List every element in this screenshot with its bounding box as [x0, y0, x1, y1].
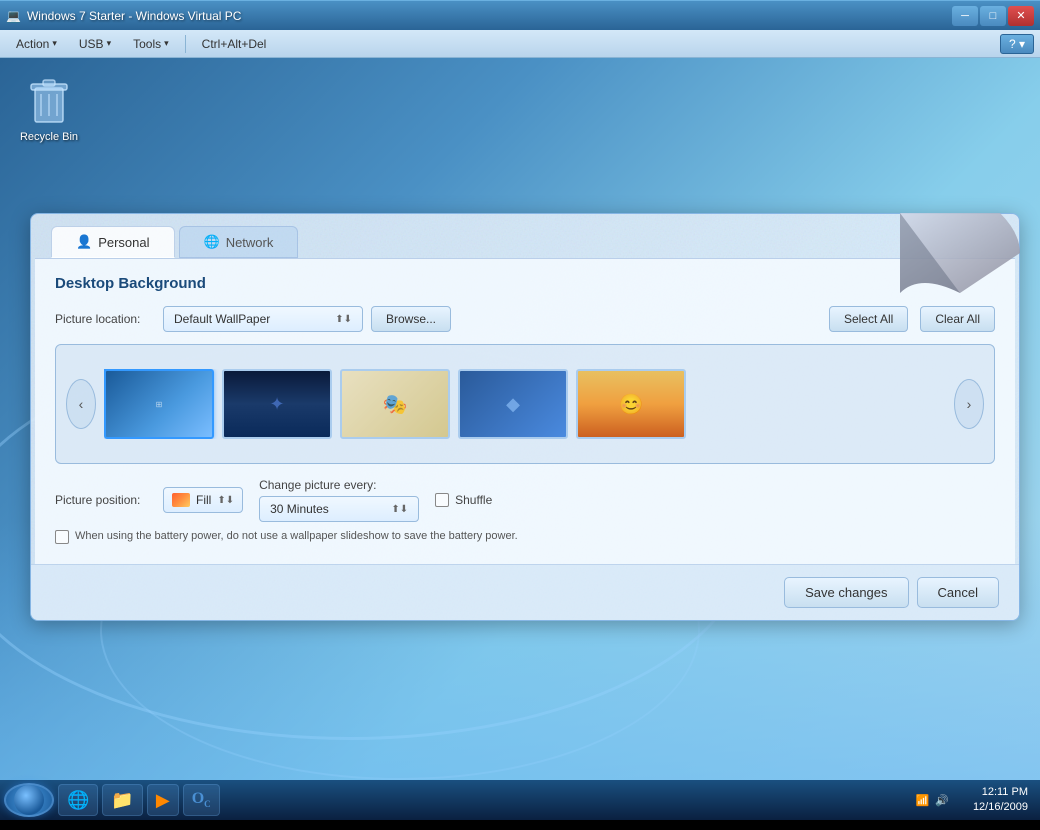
menu-ctrl-alt-del[interactable]: Ctrl+Alt+Del — [192, 34, 277, 54]
thumbnails-container: ‹ ✓ ⊞ ✦ — [55, 344, 995, 464]
menu-usb[interactable]: USB ▾ — [69, 34, 121, 54]
thumbnail-item[interactable]: 🎭 — [340, 369, 450, 439]
taskbar-explorer-button[interactable]: 📁 — [102, 784, 142, 816]
volume-icon: 🔊 — [935, 794, 949, 807]
tab-network[interactable]: 🌐 Network — [179, 226, 299, 258]
taskbar-media-button[interactable]: ▶ — [147, 784, 179, 816]
shuffle-label: Shuffle — [455, 493, 492, 507]
ie-icon: 🌐 — [67, 790, 89, 811]
help-button[interactable]: ? ▾ — [1000, 34, 1034, 54]
thumbnail-item[interactable]: ◆ — [458, 369, 568, 439]
picture-location-row: Picture location: Default WallPaper ⬆⬇ B… — [55, 306, 995, 332]
thumbnail-image: ⊞ — [104, 369, 214, 439]
clock-date: 12/16/2009 — [973, 800, 1028, 815]
titlebar-buttons: ─ □ ✕ — [952, 6, 1034, 26]
bottom-controls: Picture position: Fill ⬆⬇ Change picture… — [55, 478, 995, 522]
chevron-down-icon: ⬆⬇ — [335, 314, 352, 325]
thumbnails-grid: ✓ ⊞ ✦ 🎭 — [104, 369, 946, 439]
chevron-down-icon: ▾ — [107, 38, 112, 49]
chevron-down-icon: ▾ — [164, 38, 169, 49]
close-button[interactable]: ✕ — [1008, 6, 1034, 26]
scroll-right-button[interactable]: › — [954, 379, 984, 429]
desktop: Recycle Bin 👤 Personal 🌐 Network Desktop… — [0, 58, 1040, 820]
wallpaper-dropdown[interactable]: Default WallPaper ⬆⬇ — [163, 306, 363, 332]
taskbar: 🌐 📁 ▶ OC 📶 🔊 12:11 PM 12/16/2009 — [0, 780, 1040, 820]
folder-icon: 📁 — [111, 790, 133, 811]
change-picture-group: Change picture every: 30 Minutes ⬆⬇ — [259, 478, 419, 522]
start-button[interactable] — [4, 783, 54, 817]
tab-personal[interactable]: 👤 Personal — [51, 226, 175, 258]
picture-position-label: Picture position: — [55, 493, 155, 507]
interval-dropdown[interactable]: 30 Minutes ⬆⬇ — [259, 496, 419, 522]
clock-time: 12:11 PM — [982, 785, 1028, 800]
menu-tools[interactable]: Tools ▾ — [123, 34, 179, 54]
app-icon: OC — [192, 790, 211, 809]
browse-button[interactable]: Browse... — [371, 306, 451, 332]
personal-icon: 👤 — [76, 234, 92, 250]
start-orb — [14, 785, 44, 815]
network-tray-icon: 📶 — [916, 794, 930, 807]
shuffle-group: Shuffle — [435, 493, 492, 507]
save-changes-button[interactable]: Save changes — [784, 577, 908, 608]
taskbar-app-button[interactable]: OC — [183, 784, 220, 816]
titlebar-title: Windows 7 Starter - Windows Virtual PC — [27, 9, 242, 23]
recycle-bin-icon — [25, 72, 73, 128]
chevron-down-icon: ⬆⬇ — [391, 504, 408, 515]
titlebar: 💻 Windows 7 Starter - Windows Virtual PC… — [0, 0, 1040, 30]
titlebar-icon: 💻 — [6, 9, 21, 23]
chevron-down-icon: ▾ — [52, 38, 57, 49]
battery-checkbox[interactable] — [55, 530, 69, 544]
thumbnail-item[interactable]: 😊 — [576, 369, 686, 439]
media-icon: ▶ — [156, 790, 170, 811]
menu-action[interactable]: Action ▾ — [6, 34, 67, 54]
scroll-left-button[interactable]: ‹ — [66, 379, 96, 429]
menubar: Action ▾ USB ▾ Tools ▾ Ctrl+Alt+Del ? ▾ — [0, 30, 1040, 58]
dialog-footer: Save changes Cancel — [31, 564, 1019, 620]
thumbnail-image: 😊 — [576, 369, 686, 439]
network-icon: 🌐 — [204, 234, 220, 250]
thumbnail-image: ◆ — [458, 369, 568, 439]
panel-title: Desktop Background — [55, 275, 995, 292]
clear-all-button[interactable]: Clear All — [920, 306, 995, 332]
recycle-bin-label: Recycle Bin — [20, 131, 78, 143]
clock-area: 12:11 PM 12/16/2009 — [965, 785, 1036, 816]
cancel-button[interactable]: Cancel — [917, 577, 999, 608]
recycle-bin[interactable]: Recycle Bin — [14, 68, 84, 147]
dialog-tabs: 👤 Personal 🌐 Network — [31, 214, 1019, 258]
picture-location-label: Picture location: — [55, 312, 155, 326]
battery-note: When using the battery power, do not use… — [55, 530, 995, 544]
fill-icon — [172, 493, 190, 507]
menu-separator — [185, 35, 186, 53]
select-all-button[interactable]: Select All — [829, 306, 908, 332]
taskbar-right: 📶 🔊 12:11 PM 12/16/2009 — [908, 785, 1036, 816]
system-tray: 📶 🔊 — [908, 794, 957, 807]
change-picture-label: Change picture every: — [259, 478, 419, 492]
chevron-down-icon: ⬆⬇ — [217, 495, 234, 506]
dialog-panel-body: Desktop Background Picture location: Def… — [35, 258, 1015, 564]
shuffle-checkbox[interactable] — [435, 493, 449, 507]
minimize-button[interactable]: ─ — [952, 6, 978, 26]
thumbnail-item[interactable]: ✓ ⊞ — [104, 369, 214, 439]
thumbnail-item[interactable]: ✦ — [222, 369, 332, 439]
picture-position-group: Picture position: Fill ⬆⬇ — [55, 487, 243, 513]
maximize-button[interactable]: □ — [980, 6, 1006, 26]
thumbnail-image: 🎭 — [340, 369, 450, 439]
taskbar-ie-button[interactable]: 🌐 — [58, 784, 98, 816]
thumbnail-image: ✦ — [222, 369, 332, 439]
desktop-background-dialog: 👤 Personal 🌐 Network Desktop Background … — [30, 213, 1020, 621]
fill-dropdown[interactable]: Fill ⬆⬇ — [163, 487, 243, 513]
